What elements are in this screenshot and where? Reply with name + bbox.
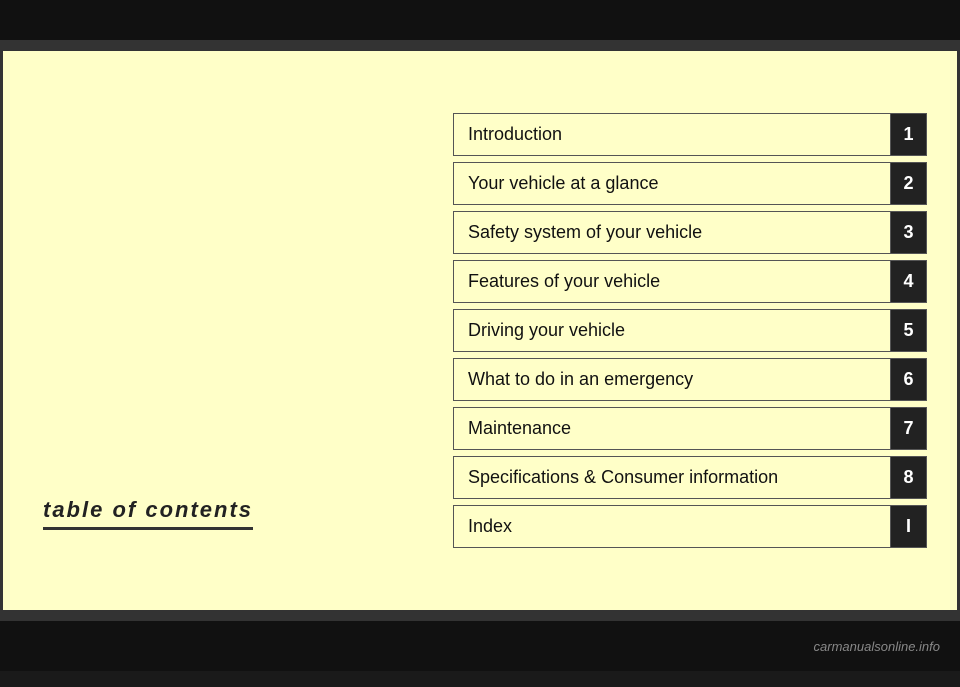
left-section: table of contents	[23, 71, 453, 590]
toc-row[interactable]: Your vehicle at a glance2	[453, 162, 927, 205]
toc-number-9: I	[891, 505, 927, 548]
toc-row[interactable]: IndexI	[453, 505, 927, 548]
bottom-bar: carmanualsonline.info	[0, 621, 960, 671]
toc-item-9[interactable]: Index	[453, 505, 891, 548]
toc-number-8: 8	[891, 456, 927, 499]
toc-item-2[interactable]: Your vehicle at a glance	[453, 162, 891, 205]
toc-row[interactable]: Specifications & Consumer information8	[453, 456, 927, 499]
toc-item-8[interactable]: Specifications & Consumer information	[453, 456, 891, 499]
separator-top	[0, 40, 960, 48]
toc-number-2: 2	[891, 162, 927, 205]
toc-number-4: 4	[891, 260, 927, 303]
toc-item-3[interactable]: Safety system of your vehicle	[453, 211, 891, 254]
toc-item-4[interactable]: Features of your vehicle	[453, 260, 891, 303]
toc-item-5[interactable]: Driving your vehicle	[453, 309, 891, 352]
toc-number-6: 6	[891, 358, 927, 401]
separator-bottom	[0, 613, 960, 621]
toc-number-7: 7	[891, 407, 927, 450]
toc-list: Introduction1Your vehicle at a glance2Sa…	[453, 113, 937, 548]
watermark-text: carmanualsonline.info	[814, 639, 940, 654]
toc-item-6[interactable]: What to do in an emergency	[453, 358, 891, 401]
main-content: table of contents Introduction1Your vehi…	[0, 48, 960, 613]
toc-number-5: 5	[891, 309, 927, 352]
toc-item-1[interactable]: Introduction	[453, 113, 891, 156]
toc-row[interactable]: Introduction1	[453, 113, 927, 156]
table-of-contents-label: table of contents	[43, 497, 253, 530]
toc-row[interactable]: Driving your vehicle5	[453, 309, 927, 352]
toc-item-7[interactable]: Maintenance	[453, 407, 891, 450]
toc-row[interactable]: Safety system of your vehicle3	[453, 211, 927, 254]
toc-row[interactable]: Features of your vehicle4	[453, 260, 927, 303]
toc-row[interactable]: Maintenance7	[453, 407, 927, 450]
toc-row[interactable]: What to do in an emergency6	[453, 358, 927, 401]
toc-number-1: 1	[891, 113, 927, 156]
toc-number-3: 3	[891, 211, 927, 254]
top-bar	[0, 0, 960, 40]
